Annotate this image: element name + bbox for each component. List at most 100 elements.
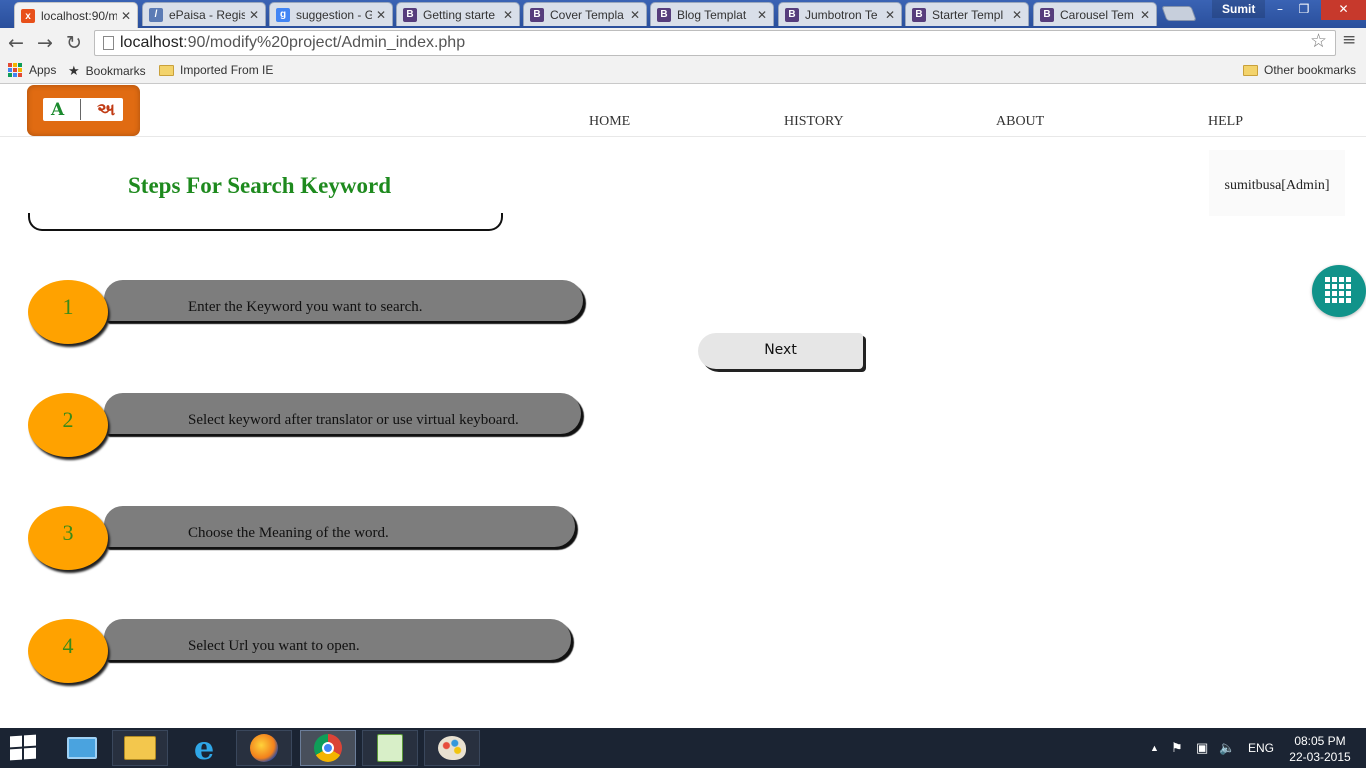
step-text: Select Url you want to open. <box>188 638 360 654</box>
reload-icon[interactable]: ↻ <box>62 31 86 55</box>
nav-help[interactable]: HELP <box>1208 114 1243 130</box>
browser-tab-strip: x localhost:90/m ✕ / ePaisa - Regis ✕ g … <box>0 0 1366 29</box>
nav-history[interactable]: HISTORY <box>784 114 844 130</box>
bookmark-bookmarks-label: Bookmarks <box>85 64 146 78</box>
star-icon: ★ <box>68 63 80 78</box>
chrome-menu-icon[interactable]: ≡ <box>1342 30 1356 50</box>
bootstrap-icon: B <box>785 7 799 22</box>
bootstrap-icon: B <box>657 7 671 22</box>
page-title: Steps For Search Keyword <box>128 173 391 198</box>
volume-icon[interactable]: 🔈 <box>1219 728 1235 768</box>
user-badge[interactable]: sumitbusa[Admin] <box>1209 150 1345 216</box>
bootstrap-icon: B <box>403 7 417 22</box>
step-item: 2 Select keyword after translator or use… <box>28 393 588 457</box>
step-text: Choose the Meaning of the word. <box>188 525 389 541</box>
bookmark-other[interactable]: Other bookmarks <box>1243 63 1356 77</box>
tab-getting-started[interactable]: B Getting starte ✕ <box>396 2 520 26</box>
windows-taskbar: e ▲ ⚑ ▣ 🔈 ENG 08:05 PM 22-03-2015 <box>0 728 1366 768</box>
taskbar-chrome[interactable] <box>300 730 356 766</box>
taskbar-internet-explorer[interactable]: e <box>176 730 232 766</box>
feather-icon: / <box>149 7 163 22</box>
network-icon[interactable]: ▣ <box>1196 728 1208 768</box>
close-tab-icon[interactable]: ✕ <box>1140 8 1150 22</box>
close-tab-icon[interactable]: ✕ <box>757 8 767 22</box>
language-indicator[interactable]: ENG <box>1248 728 1274 768</box>
back-icon[interactable]: ← <box>4 31 28 55</box>
close-tab-icon[interactable]: ✕ <box>121 9 131 23</box>
maximize-icon[interactable]: ❐ <box>1291 0 1317 20</box>
taskbar-file-explorer[interactable] <box>112 730 168 766</box>
apps-grid-icon <box>8 63 22 77</box>
taskbar-firefox[interactable] <box>236 730 292 766</box>
ie-icon: e <box>193 729 215 767</box>
close-tab-icon[interactable]: ✕ <box>885 8 895 22</box>
bookmark-imported-label: Imported From IE <box>180 63 274 77</box>
bookmark-bookmarks[interactable]: ★ Bookmarks <box>68 63 146 79</box>
step-number: 4 <box>28 619 108 683</box>
tab-title: localhost:90/m <box>41 9 117 23</box>
tab-title: ePaisa - Regis <box>169 7 245 22</box>
bookmark-apps[interactable]: Apps <box>8 63 56 77</box>
step-item: 4 Select Url you want to open. <box>28 619 588 683</box>
bootstrap-icon: B <box>912 7 926 22</box>
site-logo[interactable]: A અ <box>27 85 140 136</box>
xampp-icon: x <box>21 9 35 23</box>
folder-icon <box>159 64 174 76</box>
tab-title: Jumbotron Te <box>805 7 878 22</box>
close-tab-icon[interactable]: ✕ <box>376 8 386 22</box>
nav-about[interactable]: ABOUT <box>996 114 1044 130</box>
grid-icon <box>1325 277 1351 303</box>
apps-fab-button[interactable] <box>1312 265 1366 317</box>
folder-icon <box>1243 64 1258 76</box>
address-bar[interactable]: localhost:90/modify%20project/Admin_inde… <box>94 30 1336 56</box>
url-text[interactable]: localhost:90/modify%20project/Admin_inde… <box>120 34 465 52</box>
tab-suggestion[interactable]: g suggestion - G ✕ <box>269 2 393 26</box>
step-text: Select keyword after translator or use v… <box>188 412 519 428</box>
tab-cover-template[interactable]: B Cover Templa ✕ <box>523 2 647 26</box>
windows-start-icon[interactable] <box>10 734 38 761</box>
folder-icon <box>124 736 156 760</box>
tab-blog-template[interactable]: B Blog Templat ✕ <box>650 2 774 26</box>
google-icon: g <box>276 7 290 22</box>
tab-epaisa[interactable]: / ePaisa - Regis ✕ <box>142 2 266 26</box>
bookmark-imported[interactable]: Imported From IE <box>159 63 273 77</box>
paint-palette-icon <box>438 736 466 760</box>
minimize-icon[interactable]: – <box>1267 0 1293 20</box>
tab-localhost[interactable]: x localhost:90/m ✕ <box>14 2 138 29</box>
action-center-flag-icon[interactable]: ⚑ <box>1171 728 1183 768</box>
tab-jumbotron-template[interactable]: B Jumbotron Te ✕ <box>778 2 902 26</box>
show-hidden-icons[interactable]: ▲ <box>1150 728 1159 768</box>
step-text: Enter the Keyword you want to search. <box>188 299 423 315</box>
close-tab-icon[interactable]: ✕ <box>630 8 640 22</box>
close-tab-icon[interactable]: ✕ <box>249 8 259 22</box>
close-tab-icon[interactable]: ✕ <box>503 8 513 22</box>
step-number: 2 <box>28 393 108 457</box>
bookmark-star-icon[interactable]: ☆ <box>1310 30 1327 52</box>
next-button[interactable]: Next <box>698 333 863 369</box>
bookmarks-bar: Apps ★ Bookmarks Imported From IE Other … <box>0 58 1366 84</box>
taskbar-notepad-plus[interactable] <box>362 730 418 766</box>
bookmark-apps-label: Apps <box>29 63 57 77</box>
forward-icon[interactable]: → <box>33 31 57 55</box>
tab-title: Getting starte <box>423 7 496 22</box>
chrome-icon <box>314 734 342 762</box>
profile-button[interactable]: Sumit <box>1212 0 1266 18</box>
firefox-icon <box>250 734 278 762</box>
tab-carousel-template[interactable]: B Carousel Tem ✕ <box>1033 2 1157 26</box>
close-tab-icon[interactable]: ✕ <box>1012 8 1022 22</box>
site-navbar: A અ HOME HISTORY ABOUT HELP <box>0 85 1366 137</box>
taskbar-explorer-window[interactable] <box>54 730 110 766</box>
bootstrap-icon: B <box>1040 7 1054 22</box>
taskbar-paint[interactable] <box>424 730 480 766</box>
tab-title: Carousel Tem <box>1060 7 1134 22</box>
tab-starter-template[interactable]: B Starter Templ ✕ <box>905 2 1029 26</box>
tab-title: suggestion - G <box>296 7 372 22</box>
new-tab-button[interactable] <box>1161 6 1197 21</box>
page-icon <box>103 36 114 50</box>
close-window-icon[interactable]: ✕ <box>1321 0 1366 20</box>
step-number: 1 <box>28 280 108 344</box>
taskbar-clock[interactable]: 08:05 PM 22-03-2015 <box>1280 733 1360 765</box>
clock-time: 08:05 PM <box>1294 734 1346 748</box>
nav-home[interactable]: HOME <box>589 114 630 130</box>
url-path: :90/modify%20project/Admin_index.php <box>183 34 466 51</box>
